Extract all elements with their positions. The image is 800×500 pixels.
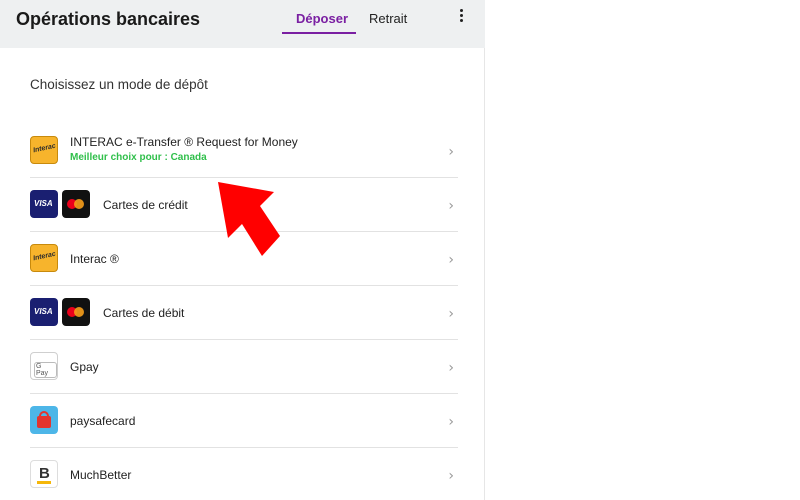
more-options-icon[interactable]: [456, 9, 466, 25]
method-label: INTERAC e-Transfer ® Request for Money: [70, 135, 298, 149]
chevron-right-icon: ›: [448, 306, 454, 322]
chevron-right-icon: ›: [448, 252, 454, 268]
method-debit-cards[interactable]: VISA Cartes de débit ›: [30, 286, 458, 340]
method-paysafecard[interactable]: paysafecard ›: [30, 394, 458, 448]
section-subtitle: Choisissez un mode de dépôt: [30, 77, 208, 92]
best-choice-note: Meilleur choix pour : Canada: [70, 152, 207, 163]
method-label: Cartes de crédit: [103, 198, 188, 212]
method-label: MuchBetter: [70, 468, 132, 482]
visa-icon: VISA: [30, 298, 58, 326]
visa-icon: VISA: [30, 190, 58, 218]
active-tab-indicator: [282, 32, 356, 34]
method-label: Gpay: [70, 360, 99, 374]
method-muchbetter[interactable]: B MuchBetter ›: [30, 448, 458, 500]
interac-icon: Interac: [30, 244, 58, 272]
page-title: Opérations bancaires: [16, 9, 201, 29]
mastercard-icon: [62, 298, 90, 326]
chevron-right-icon: ›: [448, 360, 454, 376]
banking-panel: Opérations bancaires Déposer Retrait Cho…: [0, 0, 485, 500]
method-interac-etransfer[interactable]: Interac INTERAC e-Transfer ® Request for…: [30, 124, 458, 178]
muchbetter-icon: B: [30, 460, 58, 488]
chevron-right-icon: ›: [448, 468, 454, 484]
red-pointer-arrow-icon: [218, 182, 280, 256]
method-label: paysafecard: [70, 414, 136, 428]
paysafecard-icon: [30, 406, 58, 434]
chevron-right-icon: ›: [448, 144, 454, 160]
tab-withdraw[interactable]: Retrait: [369, 11, 407, 26]
chevron-right-icon: ›: [448, 414, 454, 430]
mastercard-icon: [62, 190, 90, 218]
method-label: Cartes de débit: [103, 306, 185, 320]
tab-deposit[interactable]: Déposer: [296, 11, 348, 26]
interac-icon: Interac: [30, 136, 58, 164]
method-gpay[interactable]: G Pay Gpay ›: [30, 340, 458, 394]
gpay-icon: G Pay: [30, 352, 58, 380]
method-label: Interac ®: [70, 252, 119, 266]
chevron-right-icon: ›: [448, 198, 454, 214]
header-bar: Opérations bancaires Déposer Retrait: [0, 0, 485, 48]
